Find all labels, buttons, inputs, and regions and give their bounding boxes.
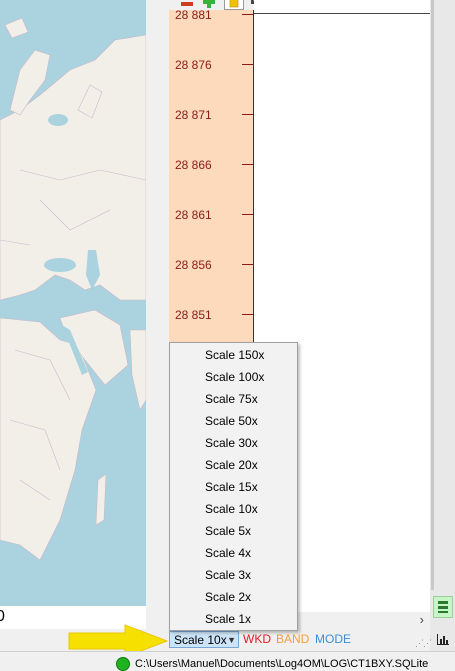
- scale-tick-mark: [242, 114, 253, 115]
- scale-tick-label: 28 866: [175, 158, 212, 172]
- mode-indicator[interactable]: MODE: [315, 632, 351, 647]
- scale-tick-label: 28 876: [175, 58, 212, 72]
- scroll-right-icon[interactable]: ›: [420, 612, 424, 627]
- panel-header: [254, 0, 430, 14]
- vertical-scrollbar[interactable]: [431, 0, 434, 590]
- scale-tick-mark: [242, 164, 253, 165]
- scale-tick-mark: [242, 314, 253, 315]
- database-path: C:\Users\Manuel\Documents\Log4OM\LOG\CT1…: [135, 658, 429, 670]
- chart-button[interactable]: [433, 628, 453, 650]
- scale-option[interactable]: Scale 10x: [170, 498, 297, 520]
- scale-tick-label: 28 871: [175, 108, 212, 122]
- world-map[interactable]: [0, 0, 146, 606]
- scale-tick-mark: [242, 64, 253, 65]
- scale-tick: 28 881: [169, 10, 254, 24]
- scale-tick-mark: [242, 264, 253, 265]
- scale-tick-label: 28 851: [175, 308, 212, 322]
- scale-option[interactable]: Scale 50x: [170, 410, 297, 432]
- scale-select-value: Scale 10x: [174, 633, 227, 647]
- scale-select[interactable]: Scale 10x ▼: [169, 631, 239, 648]
- scale-tick: 28 856: [169, 256, 254, 274]
- scale-option[interactable]: Scale 2x: [170, 586, 297, 608]
- resize-grip-icon[interactable]: ⋰⋰: [415, 638, 432, 649]
- scale-tick-mark: [242, 214, 253, 215]
- scale-tick-mark: [242, 14, 253, 15]
- scale-option[interactable]: Scale 20x: [170, 454, 297, 476]
- scale-tick: 28 861: [169, 206, 254, 224]
- scale-option[interactable]: Scale 1x: [170, 608, 297, 630]
- scale-option[interactable]: Scale 5x: [170, 520, 297, 542]
- grid-icon: [438, 601, 448, 613]
- scale-tick: 28 876: [169, 56, 254, 74]
- panel-splitter[interactable]: [146, 0, 169, 630]
- map-land-svg: [0, 0, 146, 606]
- connection-status-icon: [116, 657, 130, 671]
- grid-toggle-button[interactable]: [433, 596, 453, 618]
- scale-option[interactable]: Scale 30x: [170, 432, 297, 454]
- database-path-bar: C:\Users\Manuel\Documents\Log4OM\LOG\CT1…: [0, 651, 455, 671]
- chevron-down-icon[interactable]: ▼: [227, 635, 236, 645]
- scale-tick-label: 28 861: [175, 208, 212, 222]
- scale-option[interactable]: Scale 100x: [170, 366, 297, 388]
- wkd-indicator[interactable]: WKD: [243, 632, 271, 647]
- plus-icon[interactable]: [202, 0, 216, 8]
- scale-option[interactable]: Scale 15x: [170, 476, 297, 498]
- note-icon[interactable]: [224, 0, 244, 10]
- scale-option[interactable]: Scale 4x: [170, 542, 297, 564]
- scale-tick: 28 851: [169, 306, 254, 324]
- scale-tick: 28 871: [169, 106, 254, 124]
- scale-option[interactable]: Scale 3x: [170, 564, 297, 586]
- scale-tick: 28 866: [169, 156, 254, 174]
- scale-option[interactable]: Scale 150x: [170, 344, 297, 366]
- scale-option[interactable]: Scale 75x: [170, 388, 297, 410]
- scale-tick-label: 28 881: [175, 10, 212, 22]
- minus-icon[interactable]: [180, 0, 194, 8]
- scale-dropdown-list[interactable]: Scale 150x Scale 100x Scale 75x Scale 50x Sc…: [169, 342, 298, 631]
- scale-tick-label: 28 856: [175, 258, 212, 272]
- bar-chart-icon: [437, 634, 449, 645]
- band-indicator[interactable]: BAND: [276, 632, 309, 647]
- map-bottom-digit: 0: [0, 608, 5, 625]
